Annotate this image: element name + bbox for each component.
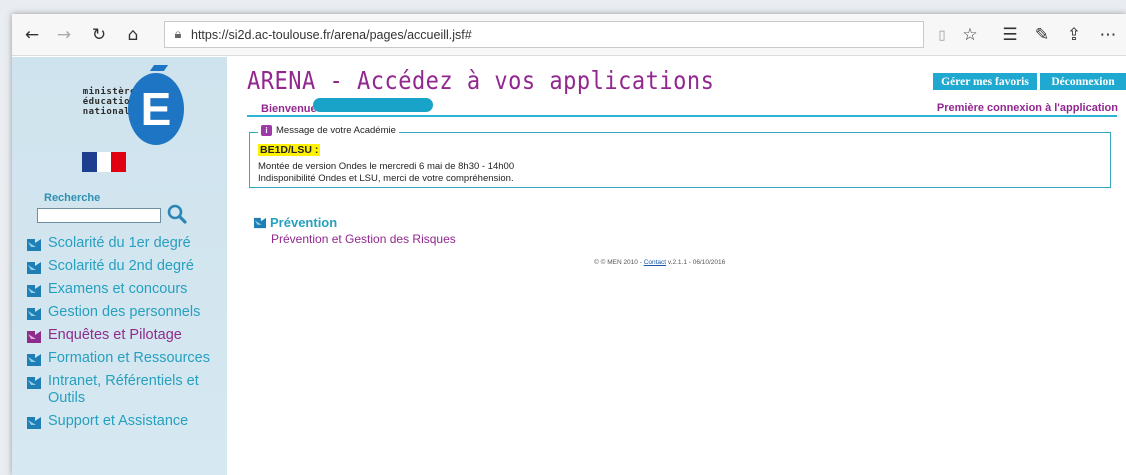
sidebar-item-label: Support et Assistance bbox=[48, 413, 189, 429]
logo-letter: E bbox=[128, 73, 184, 145]
sidebar: ministère éducation nationale E Recherch… bbox=[12, 57, 227, 475]
message-legend-text: Message de votre Académie bbox=[276, 125, 396, 136]
academy-message-box: i Message de votre Académie BE1D/LSU : M… bbox=[249, 125, 1111, 188]
search-icon[interactable] bbox=[166, 203, 188, 225]
main-area: ARENA - Accédez à vos applications Gérer… bbox=[227, 57, 1126, 475]
sidebar-item-gestion-personnels[interactable]: Gestion des personnels bbox=[26, 304, 226, 321]
prevention-title: Prévention bbox=[270, 215, 338, 230]
message-line-1: Montée de version Ondes le mercredi 6 ma… bbox=[258, 161, 515, 172]
sidebar-item-label: Scolarité du 2nd degré bbox=[48, 258, 194, 274]
refresh-icon[interactable]: ↻ bbox=[87, 23, 111, 47]
sidebar-item-scolarite-1er[interactable]: Scolarité du 1er degré bbox=[26, 235, 226, 252]
favorite-star-icon[interactable]: ☆ bbox=[958, 23, 982, 47]
prevention-link[interactable]: Prévention et Gestion des Risques bbox=[271, 232, 456, 246]
url-text[interactable]: https://si2d.ac-toulouse.fr/arena/pages/… bbox=[191, 28, 472, 42]
pen-icon[interactable]: ✎ bbox=[1030, 23, 1054, 47]
arrow-icon bbox=[27, 377, 41, 389]
footer-suffix: v.2.1.1 - 06/10/2016 bbox=[666, 259, 726, 266]
sidebar-item-label: Examens et concours bbox=[48, 281, 188, 297]
info-icon: i bbox=[261, 125, 272, 136]
arrow-icon bbox=[27, 262, 41, 274]
arrow-icon bbox=[27, 285, 41, 297]
sidebar-item-label: Enquêtes et Pilotage bbox=[48, 327, 182, 343]
message-highlight: BE1D/LSU : bbox=[258, 144, 321, 156]
sidebar-menu: Scolarité du 1er degré Scolarité du 2nd … bbox=[26, 235, 226, 436]
back-icon[interactable]: ← bbox=[20, 23, 44, 47]
footer: © © MEN 2010 - Contact v.2.1.1 - 06/10/2… bbox=[594, 259, 725, 266]
lock-icon: 🔒︎ bbox=[174, 27, 182, 42]
french-flag-icon bbox=[82, 152, 127, 172]
sidebar-item-label: Formation et Ressources bbox=[48, 350, 210, 366]
forward-icon[interactable]: → bbox=[52, 23, 76, 47]
message-legend: i Message de votre Académie bbox=[258, 125, 399, 136]
republic-logo bbox=[82, 152, 127, 186]
sidebar-item-support[interactable]: Support et Assistance bbox=[26, 413, 226, 430]
arrow-icon bbox=[27, 417, 41, 429]
sidebar-item-label: Intranet, Référentiels et Outils bbox=[48, 373, 199, 406]
page-content: ministère éducation nationale E Recherch… bbox=[12, 57, 1126, 475]
prevention-section[interactable]: Prévention bbox=[253, 215, 337, 230]
message-line-2: Indisponibilité Ondes et LSU, merci de v… bbox=[258, 173, 514, 184]
browser-window: ← → ↻ ⌂ 🔒︎ https://si2d.ac-toulouse.fr/a… bbox=[12, 14, 1126, 475]
reading-view-icon[interactable]: ▯ bbox=[930, 23, 954, 47]
search-label: Recherche bbox=[44, 192, 101, 204]
sidebar-item-label: Scolarité du 1er degré bbox=[48, 235, 191, 251]
welcome-text: Bienvenue bbox=[261, 103, 317, 115]
search-input[interactable] bbox=[37, 208, 161, 223]
arrow-icon bbox=[27, 308, 41, 320]
manage-favorites-button[interactable]: Gérer mes favoris bbox=[933, 73, 1037, 90]
logo-line-1: ministère bbox=[82, 87, 136, 97]
arrow-icon bbox=[27, 239, 41, 251]
sidebar-item-label: Gestion des personnels bbox=[48, 304, 201, 320]
first-connection-link[interactable]: Première connexion à l'application bbox=[937, 102, 1118, 114]
page-title: ARENA - Accédez à vos applications bbox=[247, 67, 715, 96]
sidebar-item-formation[interactable]: Formation et Ressources bbox=[26, 350, 226, 367]
sidebar-item-examens[interactable]: Examens et concours bbox=[26, 281, 226, 298]
arrow-icon bbox=[27, 354, 41, 366]
ministry-logo[interactable]: ministère éducation nationale E bbox=[72, 65, 184, 150]
contact-link[interactable]: Contact bbox=[644, 259, 666, 266]
arrow-icon bbox=[27, 331, 41, 343]
share-icon[interactable]: ⇪ bbox=[1062, 23, 1086, 47]
sidebar-item-enquetes[interactable]: Enquêtes et Pilotage bbox=[26, 327, 226, 344]
logo-accent bbox=[149, 65, 169, 71]
more-icon[interactable]: ⋯ bbox=[1096, 23, 1120, 47]
sidebar-item-intranet[interactable]: Intranet, Référentiels et Outils bbox=[26, 373, 226, 407]
footer-prefix: © © MEN 2010 - bbox=[594, 259, 644, 266]
logout-button[interactable]: Déconnexion bbox=[1040, 73, 1126, 90]
address-bar[interactable]: 🔒︎ https://si2d.ac-toulouse.fr/arena/pag… bbox=[164, 21, 924, 48]
arrow-icon bbox=[254, 217, 266, 228]
browser-toolbar: ← → ↻ ⌂ 🔒︎ https://si2d.ac-toulouse.fr/a… bbox=[12, 14, 1126, 56]
sidebar-item-scolarite-2nd[interactable]: Scolarité du 2nd degré bbox=[26, 258, 226, 275]
header-divider bbox=[247, 115, 1117, 117]
favorites-list-icon[interactable]: ☰ bbox=[998, 23, 1022, 47]
redacted-username bbox=[313, 98, 433, 112]
home-icon[interactable]: ⌂ bbox=[121, 23, 145, 47]
